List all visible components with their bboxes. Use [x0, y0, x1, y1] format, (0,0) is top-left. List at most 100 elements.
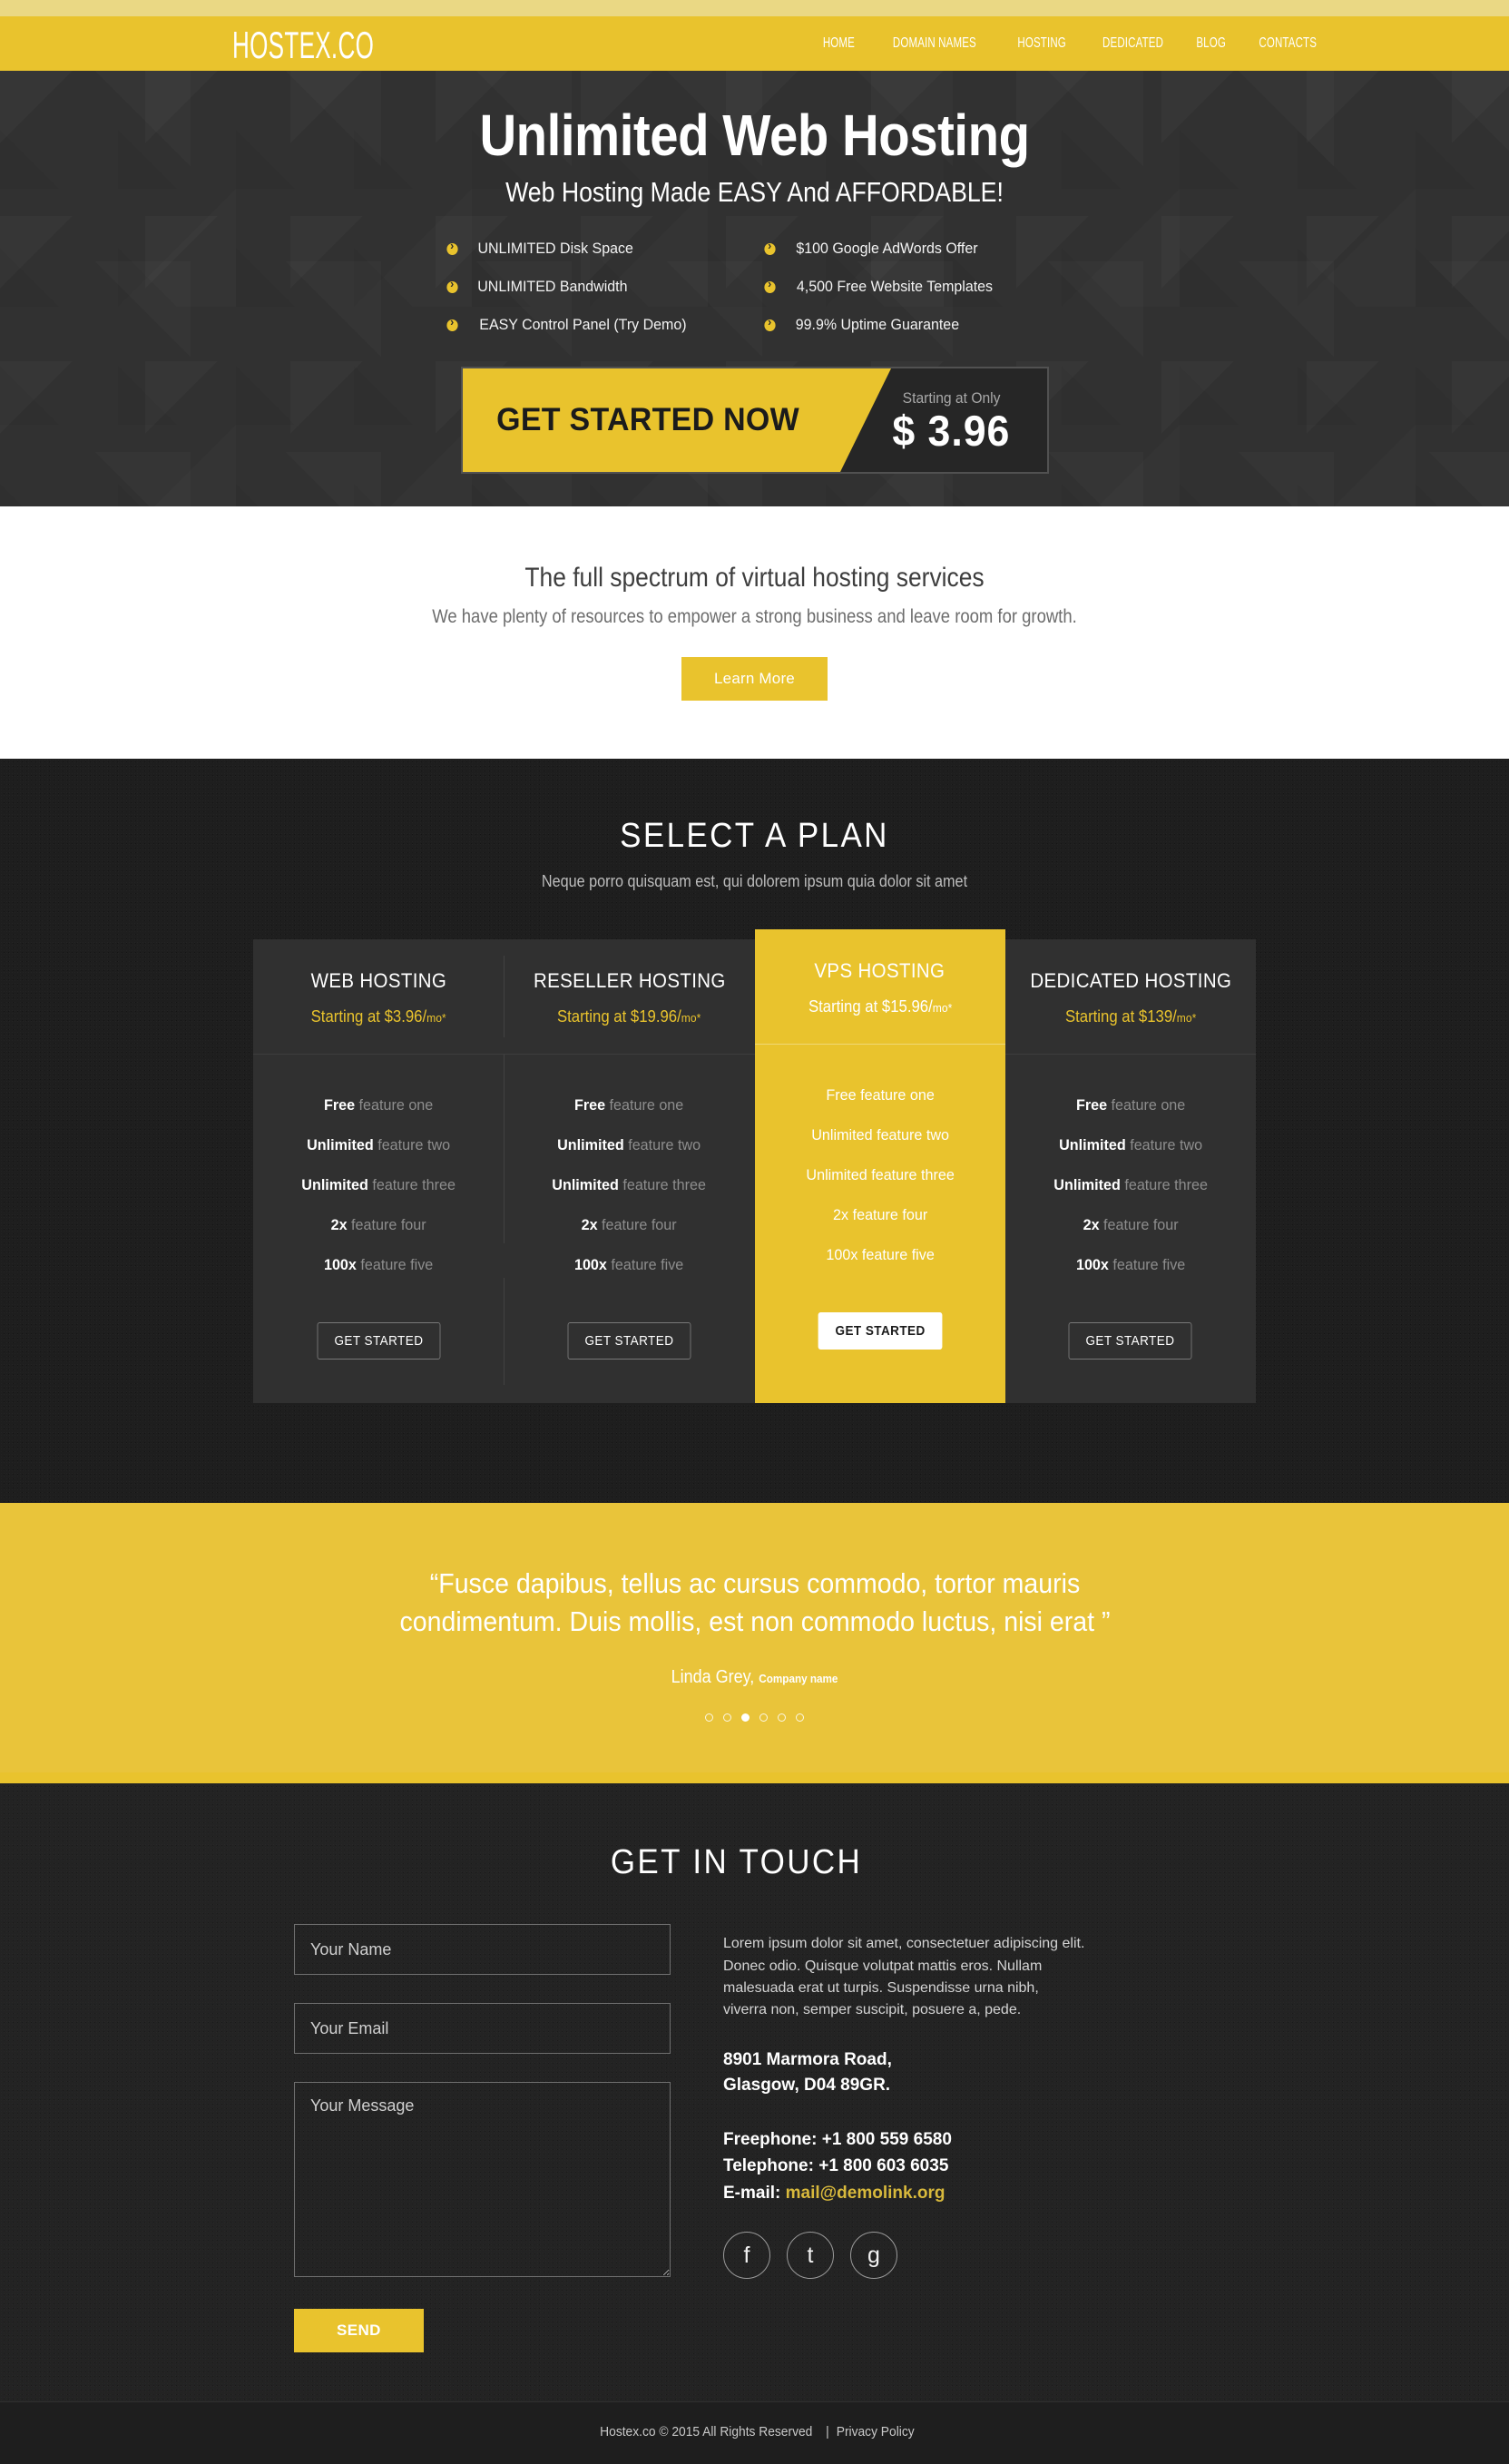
services-intro-text: We have plenty of resources to empower a… — [432, 606, 1077, 628]
nav-item-hosting[interactable]: HOSTING — [1017, 35, 1065, 52]
hero-section: Unlimited Web Hosting Web Hosting Made E… — [0, 71, 1509, 507]
plan-feature-text: feature two — [872, 1126, 949, 1144]
plan-feature-emphasis: 100x — [323, 1256, 357, 1274]
plan-feature-text: feature three — [867, 1166, 955, 1184]
email-link[interactable]: mail@demolink.org — [786, 2184, 946, 2203]
plan-feature-emphasis: 100x — [825, 1246, 857, 1264]
plan-name: VPS HOSTING — [814, 959, 946, 983]
plan-feature-row: Unlimited feature three — [769, 1166, 990, 1184]
plan-feature-emphasis: 2x — [330, 1216, 348, 1234]
plan-feature-row: Unlimited feature two — [519, 1136, 740, 1154]
hero-feature-label: 4,500 Free Website Templates — [796, 278, 993, 296]
carousel-dot[interactable] — [723, 1713, 731, 1723]
pricing-column-header: RESELLER HOSTING Starting at $19.96/mo* — [504, 939, 755, 1055]
address-line-2: Glasgow, D04 89GR. — [723, 2076, 891, 2096]
hero-subtitle: Web Hosting Made EASY And AFFORDABLE! — [505, 176, 1004, 209]
plan-feature-row: 100x feature five — [519, 1256, 740, 1274]
google-plus-icon[interactable]: g — [850, 2232, 897, 2280]
hero-feature-item: 4,500 Free Website Templates — [763, 278, 1063, 296]
pricing-column-features: Free feature one Unlimited feature two Unl… — [755, 1045, 1005, 1264]
address-line-1: 8901 Marmora Road, — [723, 2049, 892, 2069]
email-row: E-mail: mail@demolink.org — [723, 2180, 1086, 2206]
nav-item-dedicated[interactable]: DEDICATED — [1102, 35, 1163, 52]
pricing-column: WEB HOSTING Starting at $3.96/mo* Free fea… — [253, 939, 505, 1404]
carousel-dot[interactable] — [796, 1713, 804, 1723]
hero-feature-item: EASY Control Panel (Try Demo) — [446, 316, 746, 334]
hero-feature-item: UNLIMITED Bandwidth — [446, 278, 746, 296]
plan-feature-emphasis: Unlimited — [1053, 1176, 1121, 1194]
chevron-bullet-icon — [446, 316, 458, 331]
hero-feature-label: UNLIMITED Disk Space — [476, 240, 633, 258]
chevron-bullet-icon — [446, 240, 458, 255]
plan-feature-emphasis: Unlimited — [810, 1126, 873, 1144]
plan-feature-text: feature five — [356, 1256, 434, 1274]
get-started-button[interactable]: GET STARTED — [818, 1312, 943, 1350]
plan-feature-row: 2x feature four — [769, 1206, 990, 1224]
twitter-icon[interactable]: t — [787, 2232, 834, 2280]
plan-feature-emphasis: Free — [323, 1096, 356, 1114]
contact-title: GET IN TOUCH — [610, 1843, 863, 1882]
testimonial-quote: “Fusce dapibus, tellus ac cursus commodo… — [398, 1567, 1111, 1637]
plan-feature-text: feature one — [355, 1096, 434, 1114]
email-input[interactable] — [294, 2003, 671, 2055]
pricing-column-header: VPS HOSTING Starting at $15.96/mo* — [754, 929, 1005, 1045]
site-logo[interactable]: HOSTEX.CO — [232, 26, 374, 64]
pricing-column-header: WEB HOSTING Starting at $3.96/mo* — [253, 939, 505, 1055]
plan-feature-emphasis: Unlimited — [552, 1176, 620, 1194]
plans-title: SELECT A PLAN — [620, 817, 889, 856]
cta-label: GET STARTED NOW — [495, 402, 799, 438]
hero-feature-label: EASY Control Panel (Try Demo) — [478, 316, 687, 334]
plan-feature-emphasis: 2x — [1083, 1216, 1100, 1234]
contact-phones: Freephone: +1 800 559 6580 Telephone: +1… — [723, 2126, 1086, 2206]
hero-cta-wrapper: GET STARTED NOW Starting at Only $ 3.96 — [460, 367, 1049, 475]
plan-price: Starting at $15.96/mo* — [771, 997, 987, 1016]
contact-description: Lorem ipsum dolor sit amet, consectetuer… — [723, 1936, 1085, 2018]
plan-feature-text: feature two — [1125, 1136, 1202, 1154]
plan-feature-text: feature one — [605, 1096, 684, 1114]
carousel-dot[interactable] — [705, 1713, 713, 1723]
plan-feature-text: feature five — [1108, 1256, 1186, 1274]
hero-feature-item: 99.9% Uptime Guarantee — [763, 316, 1063, 334]
freephone-value: +1 800 559 6580 — [821, 2129, 952, 2149]
testimonial-pagination — [0, 1713, 1509, 1723]
testimonial-author: Linda Grey, Company name — [75, 1667, 1434, 1688]
plan-price-value: Starting at $3.96/ — [310, 1007, 427, 1026]
nav-item-home[interactable]: HOME — [823, 35, 855, 52]
name-input[interactable] — [294, 1924, 671, 1976]
nav-item-domain-names[interactable]: DOMAIN NAMES — [893, 35, 976, 52]
privacy-policy-link[interactable]: Privacy Policy — [837, 2424, 915, 2439]
footer-privacy-wrap: Privacy Policy — [837, 2424, 915, 2439]
plan-price-value: Starting at $139/ — [1064, 1007, 1177, 1026]
plan-price: Starting at $3.96/mo* — [270, 1007, 486, 1026]
plan-price: Starting at $19.96/mo* — [521, 1007, 737, 1026]
plan-feature-text: feature four — [848, 1206, 927, 1224]
chevron-bullet-icon — [763, 240, 776, 255]
message-input[interactable] — [294, 2082, 671, 2278]
facebook-icon[interactable]: f — [723, 2232, 770, 2280]
nav-item-contacts[interactable]: CONTACTS — [1259, 35, 1317, 52]
get-started-button[interactable]: GET STARTED — [1068, 1322, 1192, 1360]
get-started-button[interactable]: GET STARTED — [317, 1322, 441, 1360]
plan-price-unit: mo* — [681, 1011, 701, 1026]
carousel-dot[interactable] — [778, 1713, 786, 1723]
plan-feature-emphasis: Unlimited — [557, 1136, 624, 1154]
pricing-column: RESELLER HOSTING Starting at $19.96/mo* Fr… — [504, 939, 755, 1404]
carousel-dot[interactable] — [741, 1713, 750, 1723]
plan-feature-text: feature two — [373, 1136, 451, 1154]
nav-item-blog[interactable]: BLOG — [1197, 35, 1227, 52]
plan-feature-emphasis: Unlimited — [307, 1136, 374, 1154]
get-started-button[interactable]: GET STARTED — [567, 1322, 691, 1360]
learn-more-button[interactable]: Learn More — [681, 657, 828, 702]
plan-feature-row: 100x feature five — [1020, 1256, 1240, 1274]
plan-feature-row: Unlimited feature three — [1020, 1176, 1240, 1194]
pricing-column: VPS HOSTING Starting at $15.96/mo* Free fe… — [754, 929, 1005, 1404]
cta-label-area[interactable]: GET STARTED NOW — [462, 368, 891, 473]
chevron-bullet-icon — [763, 278, 776, 293]
plan-feature-emphasis: 100x — [1075, 1256, 1109, 1274]
services-intro-title: The full spectrum of virtual hosting ser… — [524, 563, 985, 594]
carousel-dot[interactable] — [759, 1713, 768, 1723]
send-button[interactable]: SEND — [294, 2309, 424, 2353]
pricing-column-header: DEDICATED HOSTING Starting at $139/mo* — [1004, 939, 1256, 1055]
get-started-now-cta[interactable]: GET STARTED NOW Starting at Only $ 3.96 — [460, 367, 1049, 475]
plan-feature-row: 2x feature four — [1020, 1216, 1240, 1234]
